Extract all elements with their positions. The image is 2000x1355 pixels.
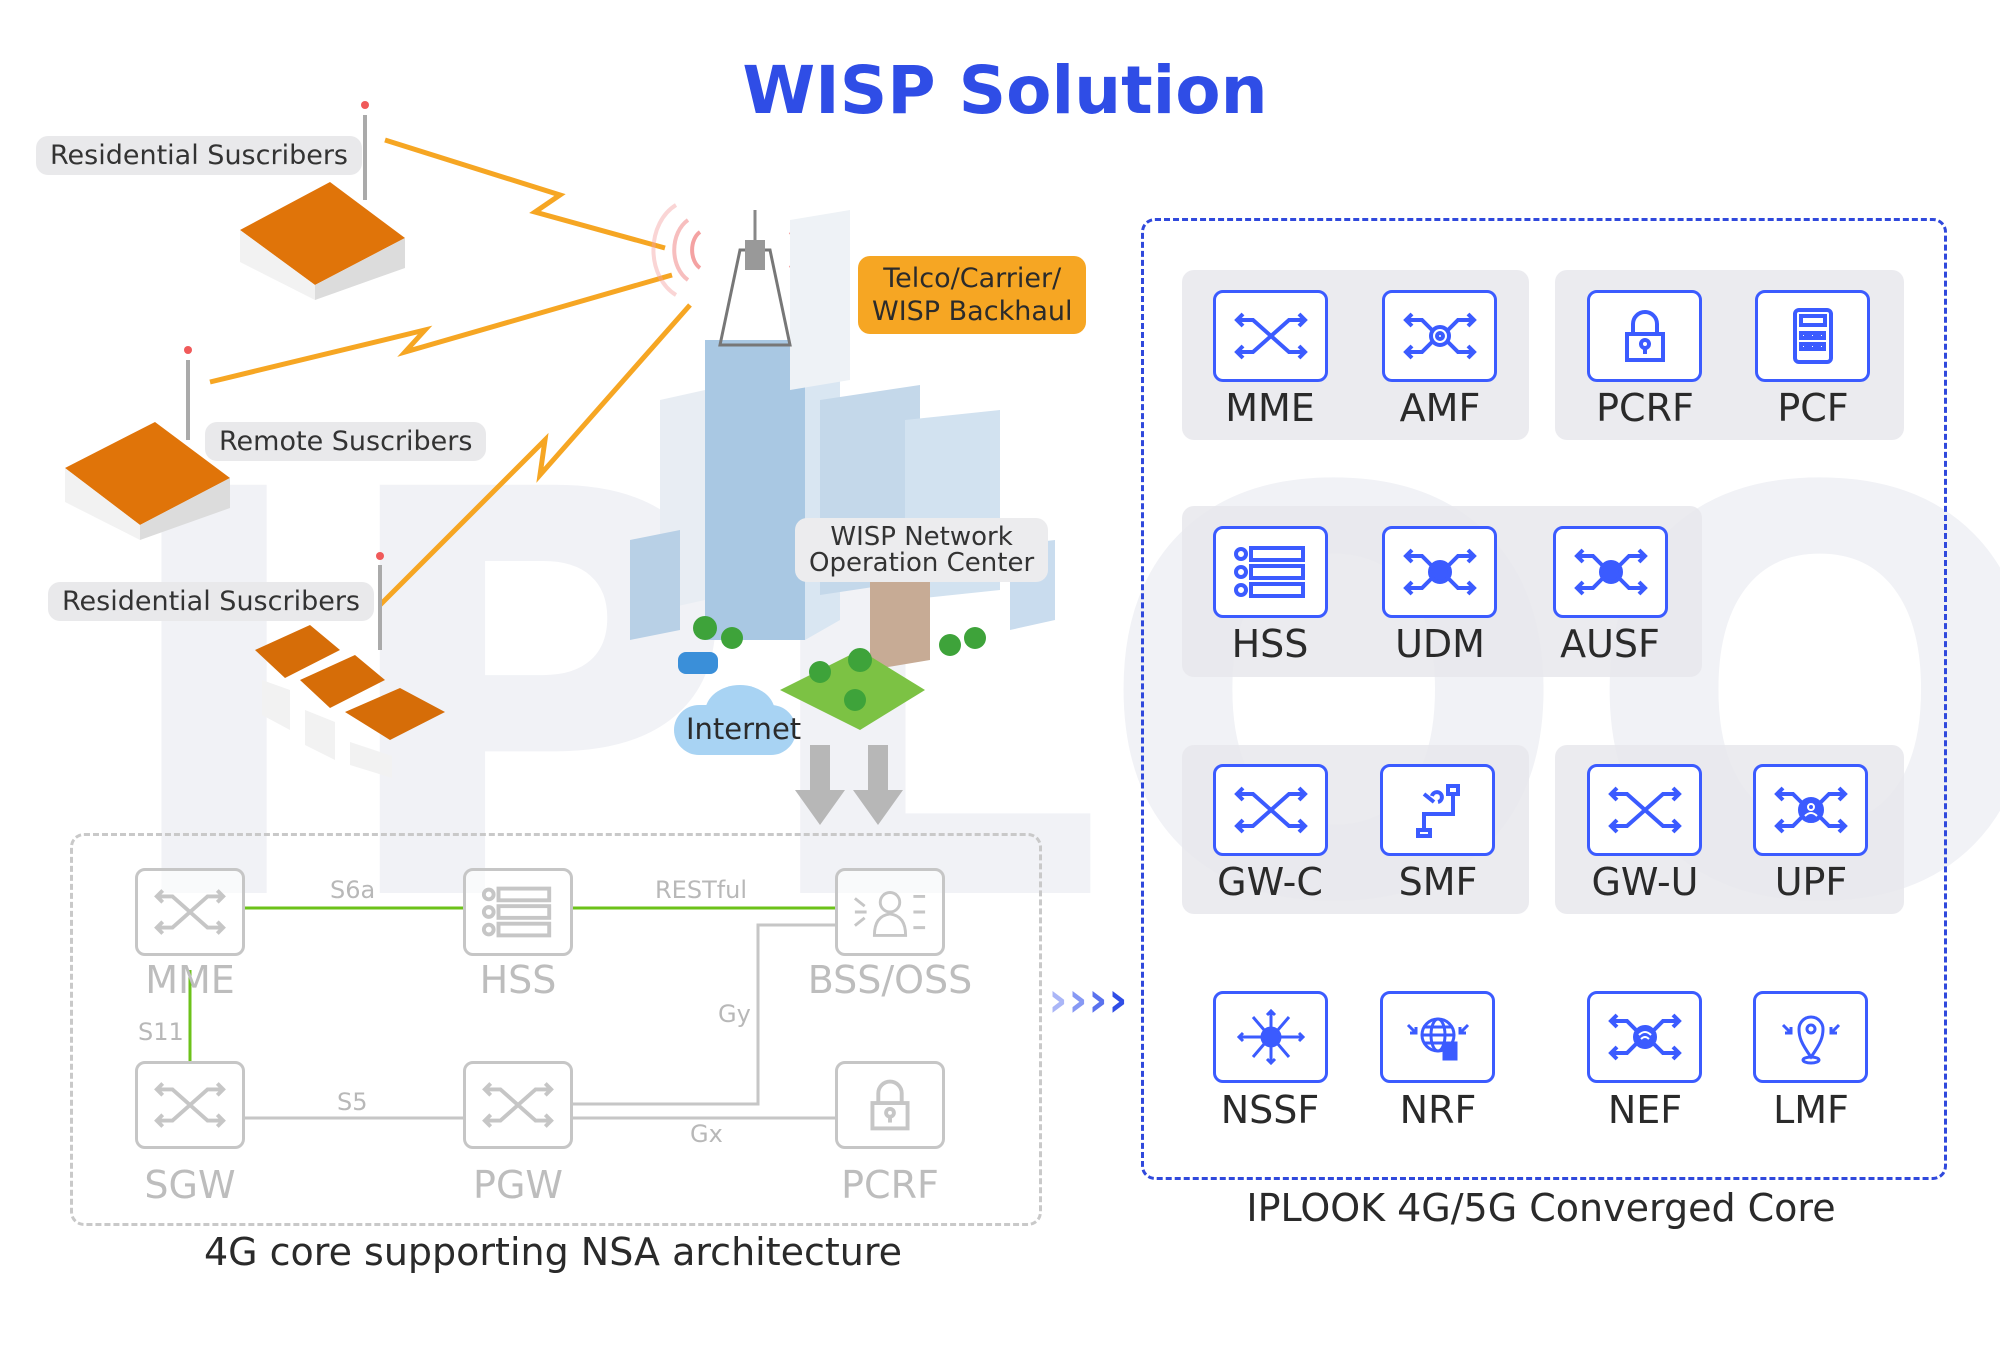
switch-icon (1233, 312, 1308, 360)
nf-udm (1382, 526, 1497, 618)
backhaul-label-line2: WISP Backhaul (872, 296, 1073, 327)
lock-icon (870, 1079, 910, 1131)
chevron-right-icon: › (1048, 972, 1068, 1028)
nf-nssf-label: NSSF (1220, 1088, 1320, 1132)
nf-nef-label: NEF (1607, 1088, 1683, 1132)
nf-mme (1213, 290, 1328, 382)
nf-pcf (1755, 290, 1870, 382)
subscriber-label-remote: Remote Suscribers (205, 422, 487, 461)
nf-pcrf-label: PCRF (1596, 386, 1694, 430)
server-list-icon (1233, 546, 1305, 598)
converged-core-caption: IPLOOK 4G/5G Converged Core (1246, 1186, 1836, 1230)
iface-label-restful: RESTful (655, 876, 748, 904)
nf-nrf-label: NRF (1399, 1088, 1477, 1132)
nf-amf (1382, 290, 1497, 382)
node-pcrf (835, 1061, 945, 1149)
subscriber-label-residential-2: Residential Suscribers (48, 582, 374, 621)
internet-label: Internet (686, 712, 802, 746)
node-sgw (135, 1061, 245, 1149)
noc-callout: WISP Network Operation Center (795, 518, 1049, 582)
switch-icon (154, 1082, 226, 1128)
server-list-icon (481, 886, 552, 938)
backhaul-label-line1: Telco/Carrier/ (883, 263, 1062, 294)
location-pin-icon (1781, 1015, 1840, 1065)
iface-label-s6a: S6a (330, 876, 376, 904)
iface-label-s11: S11 (138, 1018, 184, 1046)
page-title: WISP Solution (742, 52, 1268, 129)
nf-udm-label: UDM (1395, 622, 1485, 666)
switch-icon (1233, 786, 1308, 834)
wifi-switch-icon (1607, 1013, 1682, 1061)
wrench-pipe-icon (1415, 784, 1460, 838)
nf-upf (1753, 764, 1868, 856)
calculator-icon (1792, 308, 1833, 364)
nf-gw-u (1587, 764, 1702, 856)
switch-icon (482, 1082, 554, 1128)
node-bss-oss-label: BSS/OSS (807, 958, 973, 1002)
globe-arrows-icon (1236, 1008, 1305, 1066)
iface-label-gy: Gy (718, 1000, 751, 1028)
core-4g-caption: 4G core supporting NSA architecture (203, 1230, 903, 1274)
link-gy (573, 923, 835, 1106)
nf-hss-label: HSS (1231, 622, 1309, 666)
node-pgw-label: PGW (473, 1163, 563, 1207)
node-mme-label: MME (145, 958, 235, 1002)
nf-nrf (1380, 991, 1495, 1083)
nf-ausf (1553, 526, 1668, 618)
nf-smf-label: SMF (1398, 860, 1478, 904)
nf-gw-c-label: GW-C (1217, 860, 1323, 904)
chevron-right-icon: › (1088, 972, 1108, 1028)
gear-switch-icon (1402, 312, 1477, 360)
chevron-right-icon: › (1108, 972, 1128, 1028)
nf-pcrf (1587, 290, 1702, 382)
nf-smf (1380, 764, 1495, 856)
noc-label-line2: Operation Center (809, 548, 1035, 578)
nf-mme-label: MME (1225, 386, 1315, 430)
nf-pcf-label: PCF (1777, 386, 1849, 430)
nf-gw-c (1213, 764, 1328, 856)
iface-label-gx: Gx (690, 1120, 723, 1148)
node-bss-oss (835, 868, 945, 956)
nf-lmf (1753, 991, 1868, 1083)
nf-hss (1213, 526, 1328, 618)
node-mme (135, 868, 245, 956)
backhaul-callout: Telco/Carrier/ WISP Backhaul (858, 256, 1087, 334)
nf-nssf (1213, 991, 1328, 1083)
database-switch-icon (1573, 548, 1648, 596)
nf-nef (1587, 991, 1702, 1083)
node-pgw (463, 1061, 573, 1149)
switch-icon (1607, 786, 1682, 834)
nf-lmf-label: LMF (1773, 1088, 1849, 1132)
noc-label-line1: WISP Network (830, 522, 1013, 552)
node-sgw-label: SGW (144, 1163, 236, 1207)
globe-document-icon (1406, 1017, 1469, 1061)
iface-label-s5: S5 (337, 1088, 368, 1116)
node-pcrf-label: PCRF (841, 1163, 939, 1207)
lock-icon (1624, 310, 1665, 362)
nf-amf-label: AMF (1399, 386, 1481, 430)
node-hss (463, 868, 573, 956)
switch-icon (154, 889, 226, 935)
database-switch-icon (1402, 548, 1477, 596)
chevron-right-icon: › (1068, 972, 1088, 1028)
user-exchange-icon (853, 891, 926, 937)
user-switch-icon (1773, 786, 1848, 834)
subscriber-label-residential-1: Residential Suscribers (36, 136, 362, 175)
node-hss-label: HSS (479, 958, 557, 1002)
nf-gw-u-label: GW-U (1591, 860, 1699, 904)
nf-ausf-label: AUSF (1560, 622, 1660, 666)
nf-upf-label: UPF (1774, 860, 1848, 904)
